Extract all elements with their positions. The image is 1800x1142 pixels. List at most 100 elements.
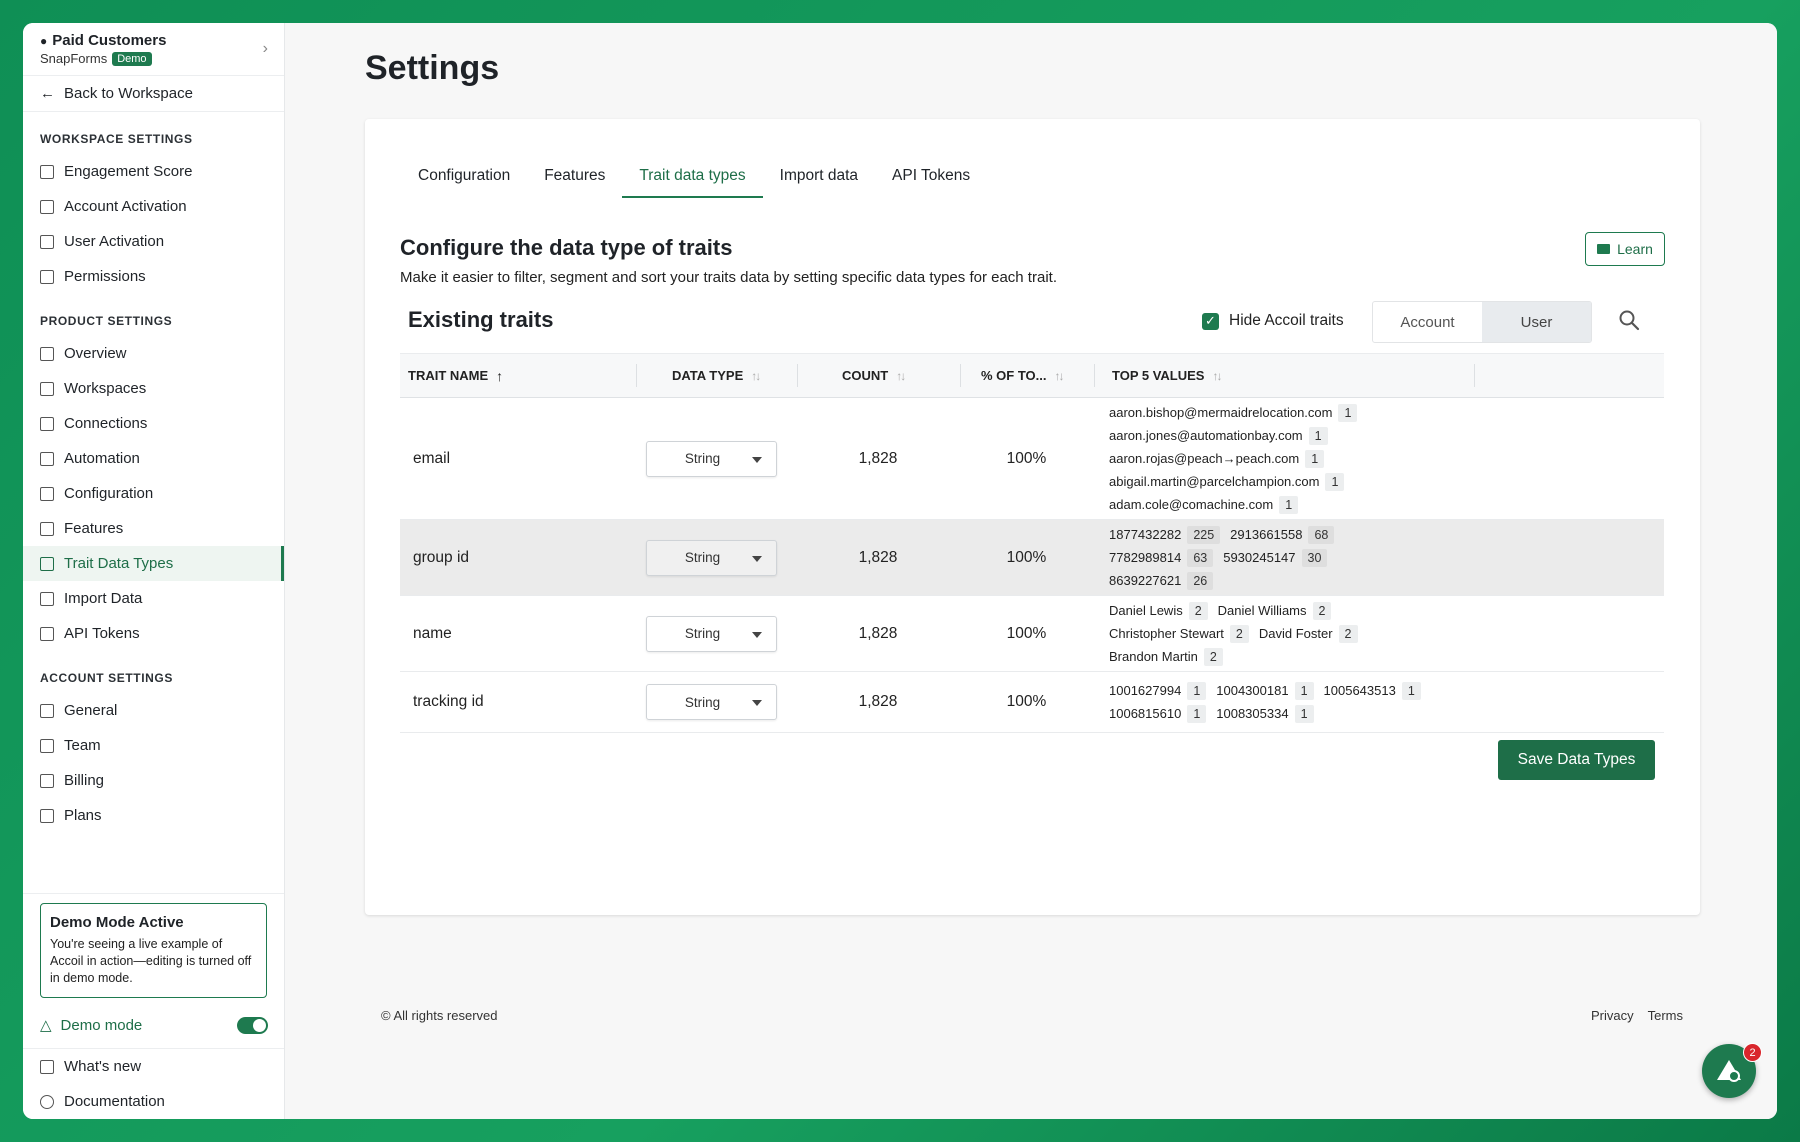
- flask-icon: △: [40, 1017, 52, 1034]
- save-data-types-button[interactable]: Save Data Types: [1498, 740, 1655, 780]
- learn-button[interactable]: Learn: [1585, 232, 1665, 266]
- sidebar-item-plans[interactable]: Plans: [23, 798, 284, 833]
- data-type-select[interactable]: String: [646, 539, 777, 576]
- tab-trait-data-types[interactable]: Trait data types: [622, 155, 763, 198]
- notification-badge: 2: [1743, 1043, 1762, 1062]
- top-value: aaron.bishop@mermaidrelocation.com 1: [1109, 403, 1358, 422]
- table-row: group id String 1,828 100% 1877432282 225 2913…: [400, 520, 1664, 596]
- sidebar-item-trait-data-types[interactable]: Trait Data Types: [23, 546, 284, 581]
- gift-icon: [40, 1059, 54, 1074]
- table-body: email String 1,828 100% aaron.bishop@mermaid…: [400, 398, 1664, 733]
- trait-name: email: [413, 449, 451, 467]
- top-values-line: adam.cole@comachine.com 1: [1109, 493, 1664, 516]
- sidebar-bottom-links: What's new Documentation: [23, 1048, 284, 1119]
- list-icon: [40, 556, 54, 571]
- table-row: name String 1,828 100% Daniel Lewis 2 Daniel W…: [400, 596, 1664, 672]
- data-type-cell: String: [637, 539, 798, 576]
- sidebar: ● Paid Customers SnapForms Demo › ← Back…: [23, 23, 285, 1119]
- hide-accoil-traits-checkbox[interactable]: ✓ Hide Accoil traits: [1202, 312, 1344, 330]
- column-top-values[interactable]: TOP 5 VALUES ↑↓: [1095, 354, 1475, 397]
- top-value: 1006815610 1: [1109, 704, 1207, 723]
- sidebar-item-permissions[interactable]: Permissions: [23, 259, 284, 294]
- sidebar-item-import-data[interactable]: Import Data: [23, 581, 284, 616]
- top-value: abigail.martin@parcelchampion.com 1: [1109, 472, 1345, 491]
- flask-icon: [40, 521, 54, 536]
- sidebar-item-account-activation[interactable]: Account Activation: [23, 189, 284, 224]
- top-value-count: 2: [1312, 601, 1332, 620]
- privacy-link[interactable]: Privacy: [1591, 1008, 1634, 1023]
- traits-table: TRAIT NAME ↑ DATA TYPE ↑↓ COUNT ↑↓ % OF …: [400, 353, 1664, 789]
- top-value-text: 2913661558: [1230, 527, 1303, 542]
- demo-mode-toggle[interactable]: [237, 1016, 268, 1034]
- data-type-value: String: [684, 626, 721, 641]
- sidebar-item-overview[interactable]: Overview: [23, 336, 284, 371]
- grid-icon: [40, 486, 54, 501]
- top-value-text: Daniel Lewis: [1109, 603, 1183, 618]
- top-value-text: 1001627994: [1109, 683, 1182, 698]
- top-value-text: 7782989814: [1109, 550, 1182, 565]
- sidebar-item-label: User Activation: [64, 233, 165, 250]
- sidebar-item-connections[interactable]: Connections: [23, 406, 284, 441]
- top-value-text: 1006815610: [1109, 706, 1182, 721]
- top-value-count: 1: [1325, 472, 1345, 491]
- sidebar-item-billing[interactable]: Billing: [23, 763, 284, 798]
- trait-percent: 100%: [1006, 624, 1047, 642]
- data-type-cell: String: [637, 615, 798, 652]
- whats-new-link[interactable]: What's new: [23, 1049, 284, 1084]
- top-value-count: 1: [1279, 495, 1299, 514]
- sidebar-item-engagement-score[interactable]: Engagement Score: [23, 154, 284, 189]
- sidebar-item-configuration[interactable]: Configuration: [23, 476, 284, 511]
- user-list-icon: [40, 234, 54, 249]
- top-values-line: aaron.jones@automationbay.com 1: [1109, 424, 1664, 447]
- terms-link[interactable]: Terms: [1648, 1008, 1683, 1023]
- column-percent[interactable]: % OF TO... ↑↓: [961, 354, 1095, 397]
- search-icon[interactable]: [1618, 309, 1640, 331]
- back-to-workspace-link[interactable]: ← Back to Workspace: [23, 76, 284, 112]
- workspace-switcher[interactable]: ● Paid Customers SnapForms Demo ›: [23, 23, 284, 76]
- tab-import-data[interactable]: Import data: [763, 155, 875, 197]
- data-type-select[interactable]: String: [646, 684, 777, 720]
- caret-down-icon: [752, 555, 762, 562]
- sidebar-item-features[interactable]: Features: [23, 511, 284, 546]
- sidebar-item-general[interactable]: General: [23, 693, 284, 728]
- segment-user[interactable]: User: [1482, 302, 1591, 342]
- tag-icon: [40, 808, 54, 823]
- sidebar-item-user-activation[interactable]: User Activation: [23, 224, 284, 259]
- tab-api-tokens[interactable]: API Tokens: [875, 155, 987, 197]
- sidebar-item-label: Connections: [64, 415, 148, 432]
- tab-configuration[interactable]: Configuration: [401, 155, 527, 197]
- top-values-cell: aaron.bishop@mermaidrelocation.com 1 aaron…: [1095, 396, 1664, 521]
- column-trait-name[interactable]: TRAIT NAME ↑: [400, 354, 637, 397]
- top-values-line: Christopher Stewart 2 David Foster 2: [1109, 622, 1664, 645]
- trait-name: name: [413, 624, 452, 642]
- caret-down-icon: [752, 700, 762, 706]
- top-values-cell: 1877432282 225 2913661558 68 7782989814 63 593…: [1095, 518, 1664, 597]
- column-data-type[interactable]: DATA TYPE ↑↓: [637, 354, 798, 397]
- top-value: 7782989814 63: [1109, 548, 1214, 567]
- tab-features[interactable]: Features: [527, 155, 622, 197]
- top-values-line: 1006815610 1 1008305334 1: [1109, 702, 1664, 725]
- sidebar-item-team[interactable]: Team: [23, 728, 284, 763]
- data-type-select[interactable]: String: [646, 440, 777, 477]
- trait-count: 1,828: [858, 449, 898, 467]
- sidebar-item-label: Configuration: [64, 485, 154, 502]
- sidebar-item-label: Features: [64, 520, 124, 537]
- data-type-select[interactable]: String: [646, 615, 777, 652]
- top-value-count: 1: [1338, 403, 1358, 422]
- table-row: tracking id String 1,828 100% 1001627994 1 100…: [400, 672, 1664, 733]
- top-value-count: 1: [1187, 681, 1207, 700]
- sidebar-item-label: General: [64, 702, 118, 719]
- documentation-link[interactable]: Documentation: [23, 1084, 284, 1119]
- top-value: adam.cole@comachine.com 1: [1109, 495, 1299, 514]
- sidebar-item-automation[interactable]: Automation: [23, 441, 284, 476]
- segment-account[interactable]: Account: [1373, 302, 1482, 342]
- top-values-line: 1877432282 225 2913661558 68: [1109, 523, 1664, 546]
- top-value-count: 1: [1294, 681, 1314, 700]
- top-value-count: 1: [1294, 704, 1314, 723]
- sidebar-item-api-tokens[interactable]: API Tokens: [23, 616, 284, 651]
- column-count[interactable]: COUNT ↑↓: [798, 354, 961, 397]
- top-value-count: 63: [1187, 548, 1214, 567]
- top-values-line: 8639227621 26: [1109, 569, 1664, 592]
- sidebar-item-workspaces[interactable]: Workspaces: [23, 371, 284, 406]
- top-value-count: 68: [1308, 525, 1335, 544]
